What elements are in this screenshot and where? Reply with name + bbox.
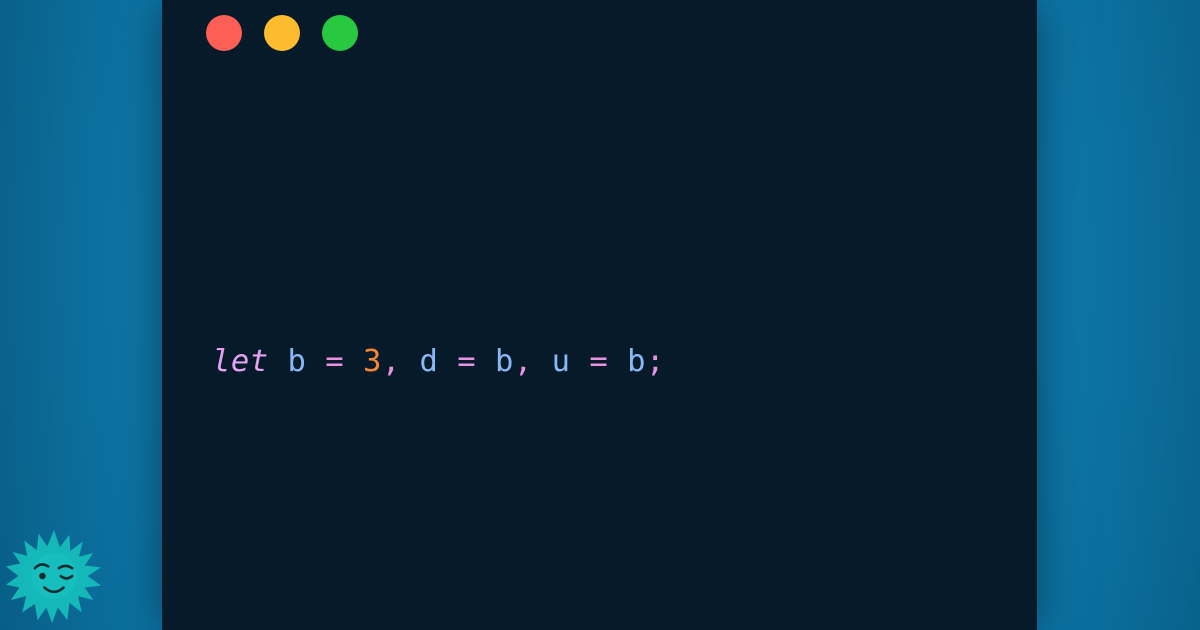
code-window: let b = 3, d = b, u = b; const tree = ++… <box>162 0 1037 630</box>
identifier-d: d <box>419 344 439 379</box>
code-line-1: let b = 3, d = b, u = b; <box>162 332 1037 391</box>
identifier-b: b <box>287 344 307 379</box>
keyword-let: let <box>212 344 269 379</box>
identifier-u: u <box>551 344 571 379</box>
assign-operator-1: = <box>306 344 363 379</box>
minimize-button-icon[interactable] <box>264 15 300 51</box>
assign-operator-2: = <box>438 344 496 379</box>
comma-1: , <box>381 344 420 379</box>
window-titlebar <box>162 0 1037 66</box>
close-button-icon[interactable] <box>206 15 242 51</box>
mascot-body <box>6 529 102 624</box>
maximize-button-icon[interactable] <box>322 15 358 51</box>
spiky-star-mascot-icon <box>6 529 102 624</box>
code-block: let b = 3, d = b, u = b; const tree = ++… <box>162 96 1037 630</box>
semicolon: ; <box>645 344 665 379</box>
identifier-b-2: b <box>495 344 514 379</box>
code-puzzle-card: let b = 3, d = b, u = b; const tree = ++… <box>0 0 1200 630</box>
number-literal-3: 3 <box>362 344 382 379</box>
comma-2: , <box>513 344 552 379</box>
assign-operator-3: = <box>570 344 628 379</box>
identifier-b-3: b <box>627 344 646 379</box>
mascot-eye-left <box>39 572 46 580</box>
